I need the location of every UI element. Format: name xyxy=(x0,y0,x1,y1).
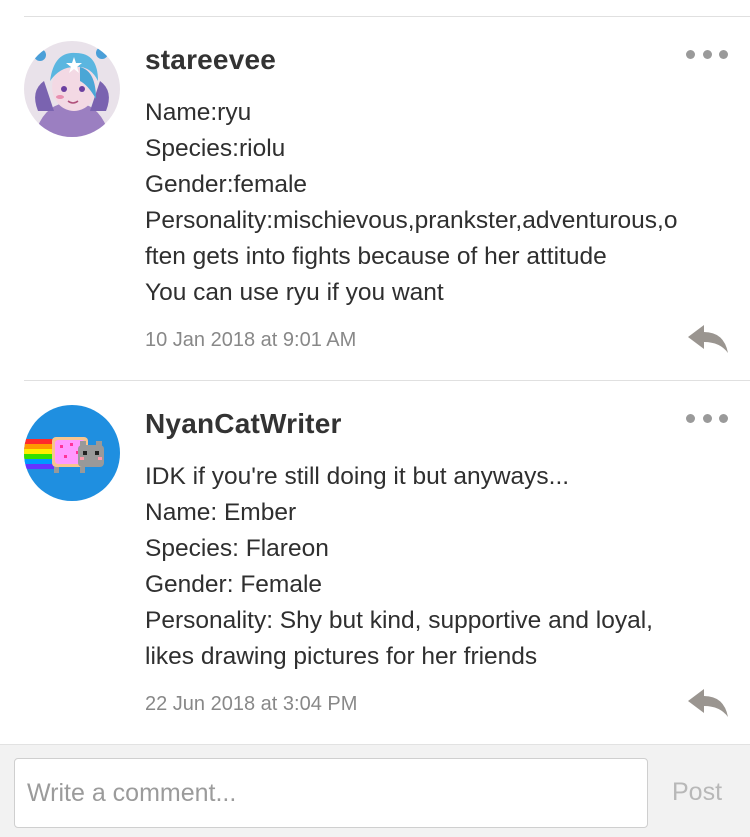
comment-line: Name: Ember xyxy=(145,499,297,526)
nyan-cat-avatar-icon[interactable] xyxy=(24,405,120,501)
comment-username[interactable]: NyanCatWriter xyxy=(145,408,342,440)
post-button[interactable]: Post xyxy=(672,778,722,807)
more-options-icon[interactable] xyxy=(686,47,728,61)
comment-line: Name:ryu xyxy=(145,99,252,126)
reply-arrow-icon[interactable] xyxy=(684,323,730,357)
comment-line: Species:riolu xyxy=(145,135,286,162)
comment-line: ften gets into fights because of her att… xyxy=(145,243,607,270)
comment-line: IDK if you're still doing it but anyways… xyxy=(145,463,570,490)
anime-character-avatar-icon[interactable] xyxy=(24,41,120,137)
comment-item: stareevee Name:ryu Species:riolu Gender:… xyxy=(0,17,750,380)
comment-username[interactable]: stareevee xyxy=(145,44,276,76)
comment-line: Gender:female xyxy=(145,171,308,198)
comment-composer: Post xyxy=(0,744,750,837)
comment-input[interactable] xyxy=(14,758,648,828)
comment-item: NyanCatWriter IDK if you're still doing … xyxy=(0,381,750,744)
more-options-icon[interactable] xyxy=(686,411,728,425)
comment-line: You can use ryu if you want xyxy=(145,279,444,306)
comment-line: likes drawing pictures for her friends xyxy=(145,643,538,670)
comment-line: Species: Flareon xyxy=(145,535,329,562)
comment-line: Personality:mischievous,prankster,advent… xyxy=(145,207,678,234)
comment-body: Name:ryu Species:riolu Gender:female Per… xyxy=(145,95,735,311)
reply-arrow-icon[interactable] xyxy=(684,687,730,721)
comment-line: Gender: Female xyxy=(145,571,323,598)
comment-line: Personality: Shy but kind, supportive an… xyxy=(145,607,653,634)
comment-timestamp: 10 Jan 2018 at 9:01 AM xyxy=(145,329,357,351)
comment-timestamp: 22 Jun 2018 at 3:04 PM xyxy=(145,693,358,715)
comment-body: IDK if you're still doing it but anyways… xyxy=(145,459,735,675)
